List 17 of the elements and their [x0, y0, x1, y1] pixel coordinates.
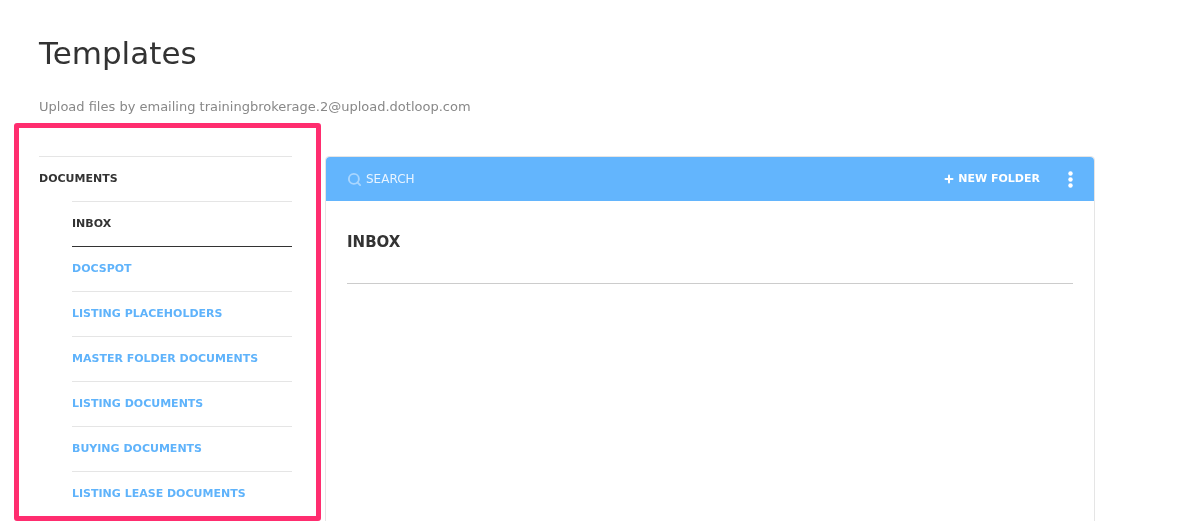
search-icon [347, 171, 362, 187]
more-options-button[interactable] [1068, 170, 1073, 188]
upload-instructions: Upload files by emailing trainingbrokerage.2@upload.dotloop.com [39, 98, 471, 116]
folder-item[interactable]: LISTING DOCUMENTS [72, 382, 292, 427]
folder-item[interactable]: BUYING DOCUMENTS [72, 427, 292, 472]
folder-item[interactable]: LISTING PLACEHOLDERS [72, 292, 292, 337]
folder-item[interactable]: LISTING LEASE DOCUMENTS [72, 472, 292, 517]
page-title: Templates [39, 34, 197, 73]
search-field[interactable]: SEARCH [366, 170, 486, 188]
folder-item[interactable]: INBOX [72, 202, 292, 247]
folder-item[interactable]: MASTER FOLDER DOCUMENTS [72, 337, 292, 382]
folder-title: INBOX [347, 231, 401, 253]
folder-item[interactable]: DOCSPOT [72, 247, 292, 292]
plus-icon [943, 173, 956, 185]
more-icon [1068, 170, 1073, 188]
section-heading: DOCUMENTS [39, 170, 118, 187]
new-folder-button[interactable]: NEW FOLDER [943, 170, 1040, 188]
